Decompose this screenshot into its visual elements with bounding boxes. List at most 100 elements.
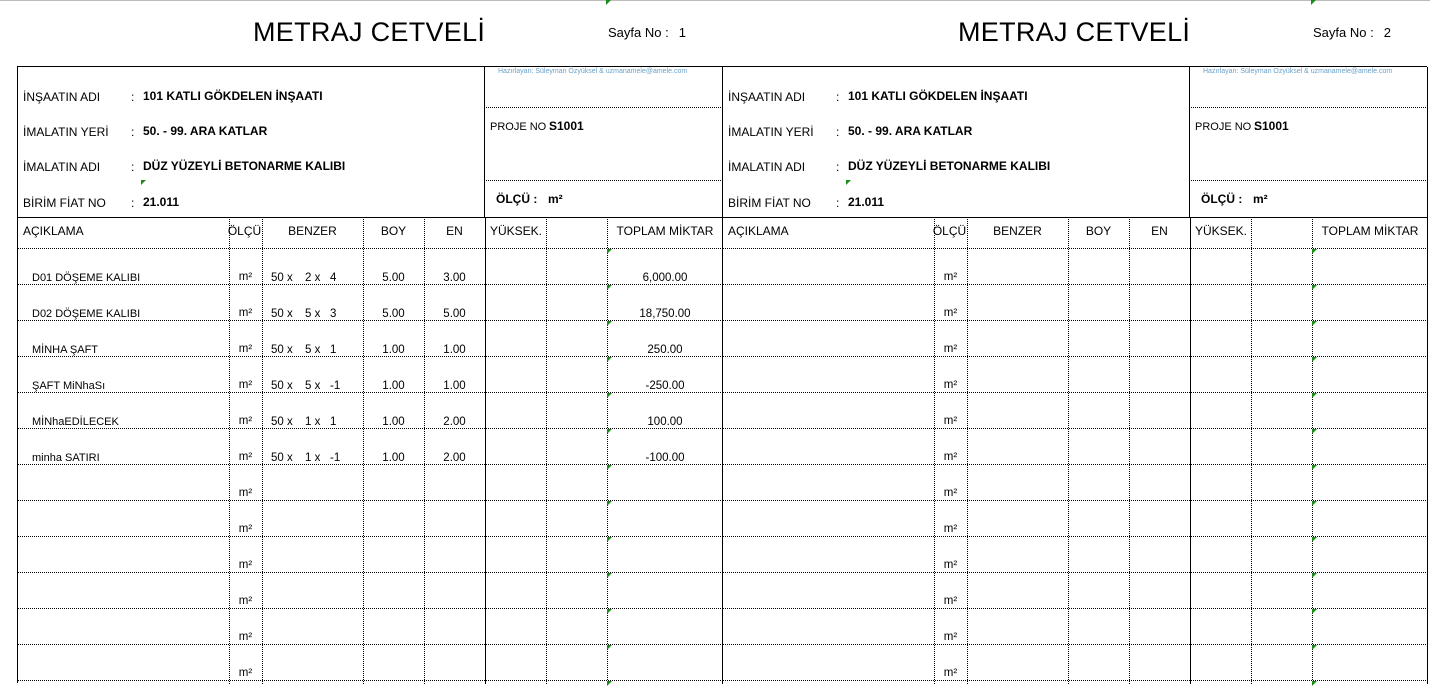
similar-count-cell[interactable]: -1 [330,452,340,464]
similar-count-cell[interactable]: -1 [330,380,340,392]
length-cell[interactable]: 1.00 [363,344,424,356]
similar-count-cell[interactable]: 2 x [305,272,320,284]
table-row: D01 DÖŞEME KALIBI m² 50 x 2 x 4 5.00 3.00 6,000… [18,248,723,290]
work-item-name-value[interactable]: DÜZ YÜZEYLİ BETONARME KALIBI [143,159,345,173]
table-row: m² [18,536,723,578]
unit-cell[interactable]: m² [229,415,262,427]
project-no-label: PROJE NO : [490,121,553,133]
unit-price-no-value[interactable]: 21.011 [143,195,179,209]
page-number-value: 2 [1383,25,1391,40]
unit-price-no-label: BİRİM FİAT NO [728,196,811,210]
total-quantity-cell[interactable]: -250.00 [607,380,723,392]
unit-cell[interactable]: m² [934,559,967,571]
location-value[interactable]: 50. - 99. ARA KATLAR [143,124,267,138]
similar-count-cell[interactable]: 1 x [305,452,320,464]
divider [18,217,723,218]
construction-name-value[interactable]: 101 KATLI GÖKDELEN İNŞAATI [848,89,1028,103]
width-cell[interactable]: 1.00 [424,344,485,356]
width-cell[interactable]: 3.00 [424,272,485,284]
length-cell[interactable]: 1.00 [363,452,424,464]
unit-cell[interactable]: m² [229,379,262,391]
cell-comment-marker [846,180,851,185]
description-cell[interactable]: minha SATIRI [32,452,100,464]
location-colon: : [836,125,840,139]
total-quantity-cell[interactable]: 18,750.00 [607,308,723,320]
length-cell[interactable]: 1.00 [363,380,424,392]
location-value[interactable]: 50. - 99. ARA KATLAR [848,124,972,138]
col-header-similar: BENZER [993,224,1042,238]
description-cell[interactable]: MİNHA ŞAFT [32,344,98,356]
length-cell[interactable]: 5.00 [363,272,424,284]
construction-name-colon: : [131,90,135,104]
unit-cell[interactable]: m² [934,343,967,355]
table-row: m² [723,464,1428,506]
description-cell[interactable]: D02 DÖŞEME KALIBI [32,308,140,320]
length-cell[interactable]: 5.00 [363,308,424,320]
width-cell[interactable]: 2.00 [424,416,485,428]
unit-cell[interactable]: m² [934,523,967,535]
similar-count-cell[interactable]: 5 x [305,344,320,356]
unit-cell[interactable]: m² [934,451,967,463]
similar-count-cell[interactable]: 50 x [271,380,293,392]
unit-cell[interactable]: m² [934,415,967,427]
similar-count-cell[interactable]: 50 x [271,452,293,464]
table-row: m² [723,320,1428,362]
unit-cell[interactable]: m² [229,451,262,463]
work-item-name-value[interactable]: DÜZ YÜZEYLİ BETONARME KALIBI [848,159,1050,173]
unit-cell[interactable]: m² [934,631,967,643]
width-cell[interactable]: 5.00 [424,308,485,320]
unit-cell[interactable]: m² [229,559,262,571]
unit-cell[interactable]: m² [229,595,262,607]
unit-cell[interactable]: m² [229,271,262,283]
unit-cell[interactable]: m² [229,307,262,319]
unit-price-no-value[interactable]: 21.011 [848,195,884,209]
width-cell[interactable]: 2.00 [424,452,485,464]
location-label: İMALATIN YERİ [23,125,109,139]
similar-count-cell[interactable]: 5 x [305,380,320,392]
similar-count-cell[interactable]: 50 x [271,416,293,428]
unit-value[interactable]: m² [548,192,563,206]
similar-count-cell[interactable]: 50 x [271,272,293,284]
cell-comment-marker [606,0,611,5]
similar-count-cell[interactable]: 1 [330,344,336,356]
unit-cell[interactable]: m² [934,667,967,679]
construction-name-label: İNŞAATIN ADI [23,90,101,104]
divider [484,107,723,108]
total-quantity-cell[interactable]: -100.00 [607,452,723,464]
project-no-value[interactable]: S1001 [549,119,584,133]
unit-cell[interactable]: m² [229,631,262,643]
similar-count-cell[interactable]: 1 [330,416,336,428]
author-credit: Hazırlayan: Süleyman Özyüksel & uzmaname… [1203,68,1393,75]
similar-count-cell[interactable]: 1 x [305,416,320,428]
width-cell[interactable]: 1.00 [424,380,485,392]
construction-name-value[interactable]: 101 KATLI GÖKDELEN İNŞAATI [143,89,323,103]
description-cell[interactable]: D01 DÖŞEME KALIBI [32,272,140,284]
similar-count-cell[interactable]: 50 x [271,308,293,320]
total-quantity-cell[interactable]: 250.00 [607,344,723,356]
total-quantity-cell[interactable]: 6,000.00 [607,272,723,284]
project-no-label: PROJE NO : [1195,121,1258,133]
unit-cell[interactable]: m² [934,271,967,283]
unit-cell[interactable]: m² [934,307,967,319]
unit-cell[interactable]: m² [934,487,967,499]
similar-count-cell[interactable]: 50 x [271,344,293,356]
similar-count-cell[interactable]: 5 x [305,308,320,320]
description-cell[interactable]: ŞAFT MiNhaSı [32,380,105,392]
similar-count-cell[interactable]: 4 [330,272,336,284]
description-cell[interactable]: MİNhaEDİLECEK [32,416,119,428]
unit-cell[interactable]: m² [934,595,967,607]
page-number-caption: Sayfa No : [608,25,669,40]
unit-cell[interactable]: m² [934,379,967,391]
table-row: MİNhaEDİLECEK m² 50 x 1 x 1 1.00 2.00 100.00 [18,392,723,434]
length-cell[interactable]: 1.00 [363,416,424,428]
unit-cell[interactable]: m² [229,523,262,535]
project-no-value[interactable]: S1001 [1254,119,1289,133]
similar-count-cell[interactable]: 3 [330,308,336,320]
unit-cell[interactable]: m² [229,667,262,679]
unit-value[interactable]: m² [1253,192,1268,206]
unit-cell[interactable]: m² [229,343,262,355]
location-label: İMALATIN YERİ [728,125,814,139]
unit-cell[interactable]: m² [229,487,262,499]
unit-label: ÖLÇÜ : [496,192,538,206]
total-quantity-cell[interactable]: 100.00 [607,416,723,428]
